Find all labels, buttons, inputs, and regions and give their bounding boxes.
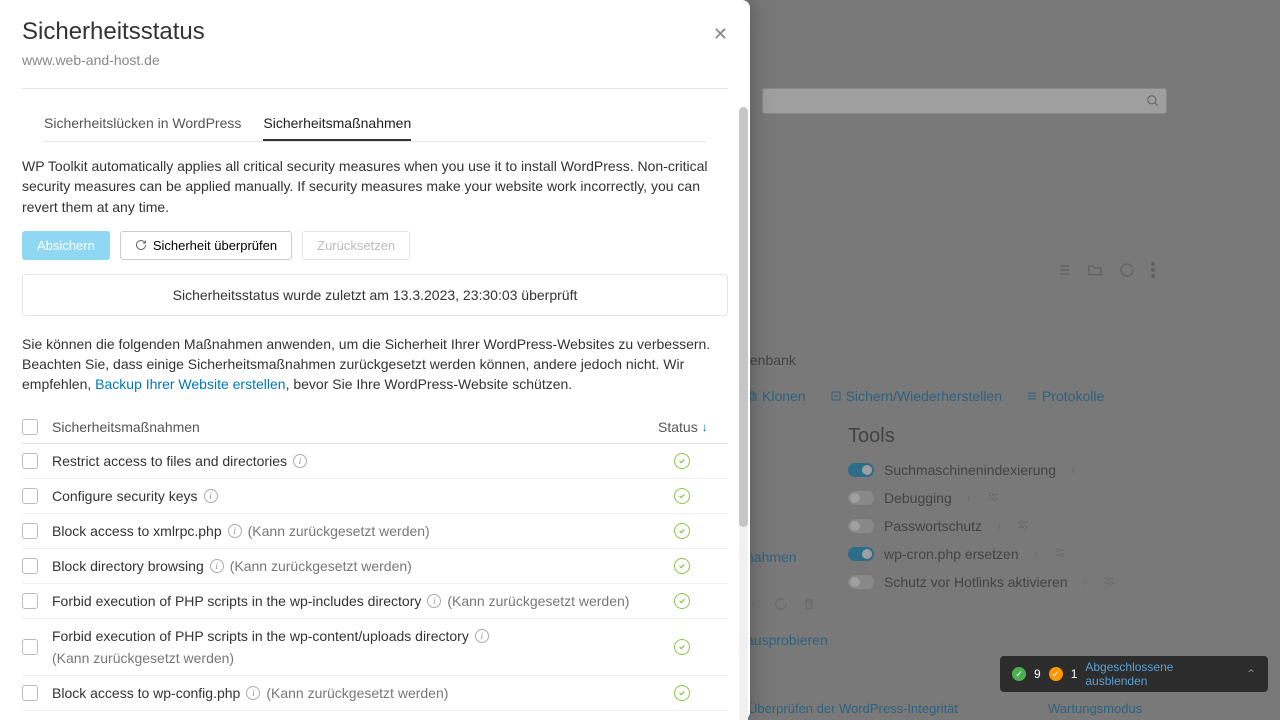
row-checkbox[interactable] <box>22 639 38 655</box>
tab-security-measures[interactable]: Sicherheitsmaßnahmen <box>263 115 411 141</box>
tab-vulnerabilities[interactable]: Sicherheitslücken in WordPress <box>44 115 241 141</box>
revert-badge: (Kann zurückgesetzt werden) <box>447 593 629 609</box>
status-ok-icon <box>674 453 690 469</box>
button-row: Absichern Sicherheit überprüfen Zurückse… <box>22 231 728 260</box>
security-status-modal: Sicherheitsstatus www.web-and-host.de ✕ … <box>0 0 750 720</box>
row-checkbox[interactable] <box>22 685 38 701</box>
success-count: 9 <box>1034 667 1041 681</box>
info-icon[interactable]: i <box>204 489 218 503</box>
status-ok-icon <box>674 639 690 655</box>
table-row: Block access to xmlrpc.php i (Kann zurüc… <box>22 514 728 549</box>
modal-header: Sicherheitsstatus www.web-and-host.de ✕ <box>0 0 750 80</box>
chevron-up-icon[interactable]: ⌃ <box>1246 667 1256 681</box>
row-label: Block access to xmlrpc.php i (Kann zurüc… <box>52 523 674 539</box>
revert-badge: (Kann zurückgesetzt werden) <box>52 650 234 666</box>
secure-button[interactable]: Absichern <box>22 231 110 260</box>
row-checkbox[interactable] <box>22 523 38 539</box>
sort-arrow-icon: ↓ <box>702 420 708 434</box>
info-icon[interactable]: i <box>210 559 224 573</box>
info-icon[interactable]: i <box>293 454 307 468</box>
revert-badge: (Kann zurückgesetzt werden) <box>266 685 448 701</box>
status-ok-icon <box>674 593 690 609</box>
warning-badge-icon: ✓ <box>1049 667 1063 681</box>
row-checkbox[interactable] <box>22 453 38 469</box>
table-row: Forbid execution of PHP scripts in the w… <box>22 584 728 619</box>
reset-button: Zurücksetzen <box>302 231 410 260</box>
table-header: Sicherheitsmaßnahmen Status↓ <box>22 411 728 444</box>
info-icon[interactable]: i <box>228 524 242 538</box>
warning-count: 1 <box>1071 667 1078 681</box>
info-icon[interactable]: i <box>246 686 260 700</box>
table-row: Disable scripts concatenation for WordPr… <box>22 711 728 720</box>
revert-badge: (Kann zurückgesetzt werden) <box>230 558 412 574</box>
column-header-name[interactable]: Sicherheitsmaßnahmen <box>52 419 658 435</box>
status-ok-icon <box>674 488 690 504</box>
table-row: Block directory browsing i (Kann zurückg… <box>22 549 728 584</box>
backup-link[interactable]: Backup Ihrer Website erstellen <box>95 376 285 392</box>
row-checkbox[interactable] <box>22 488 38 504</box>
row-label: Forbid execution of PHP scripts in the w… <box>52 628 674 666</box>
select-all-checkbox[interactable] <box>22 419 38 435</box>
table-row: Block access to wp-config.php i (Kann zu… <box>22 676 728 711</box>
row-label: Block access to wp-config.php i (Kann zu… <box>52 685 674 701</box>
tabs: Sicherheitslücken in WordPress Sicherhei… <box>44 103 706 142</box>
scrollbar-thumb[interactable] <box>739 107 748 527</box>
status-box: Sicherheitsstatus wurde zuletzt am 13.3.… <box>22 274 728 316</box>
status-ok-icon <box>674 523 690 539</box>
info-icon[interactable]: i <box>427 594 441 608</box>
table-row: Configure security keys i <box>22 479 728 514</box>
modal-title: Sicherheitsstatus <box>22 18 728 46</box>
close-icon[interactable]: ✕ <box>713 24 728 45</box>
description-text: WP Toolkit automatically applies all cri… <box>22 156 728 217</box>
row-checkbox[interactable] <box>22 593 38 609</box>
toast-text[interactable]: Abgeschlossene ausblenden <box>1085 660 1238 688</box>
row-label: Configure security keys i <box>52 488 674 504</box>
modal-body: Sicherheitslücken in WordPress Sicherhei… <box>0 89 750 720</box>
success-badge-icon: ✓ <box>1012 667 1026 681</box>
info-icon[interactable]: i <box>475 629 489 643</box>
table-row: Forbid execution of PHP scripts in the w… <box>22 619 728 676</box>
status-ok-icon <box>674 558 690 574</box>
refresh-icon <box>135 239 147 251</box>
row-label: Block directory browsing i (Kann zurückg… <box>52 558 674 574</box>
status-toast[interactable]: ✓ 9 ✓ 1 Abgeschlossene ausblenden ⌃ <box>1000 656 1268 692</box>
description-2: Sie können die folgenden Maßnahmen anwen… <box>22 334 728 395</box>
row-label: Forbid execution of PHP scripts in the w… <box>52 593 674 609</box>
status-ok-icon <box>674 685 690 701</box>
row-checkbox[interactable] <box>22 558 38 574</box>
row-label: Restrict access to files and directories… <box>52 453 674 469</box>
modal-subtitle: www.web-and-host.de <box>22 52 728 68</box>
column-header-status[interactable]: Status↓ <box>658 419 728 435</box>
check-security-button[interactable]: Sicherheit überprüfen <box>120 231 292 260</box>
revert-badge: (Kann zurückgesetzt werden) <box>248 523 430 539</box>
table-row: Restrict access to files and directories… <box>22 444 728 479</box>
